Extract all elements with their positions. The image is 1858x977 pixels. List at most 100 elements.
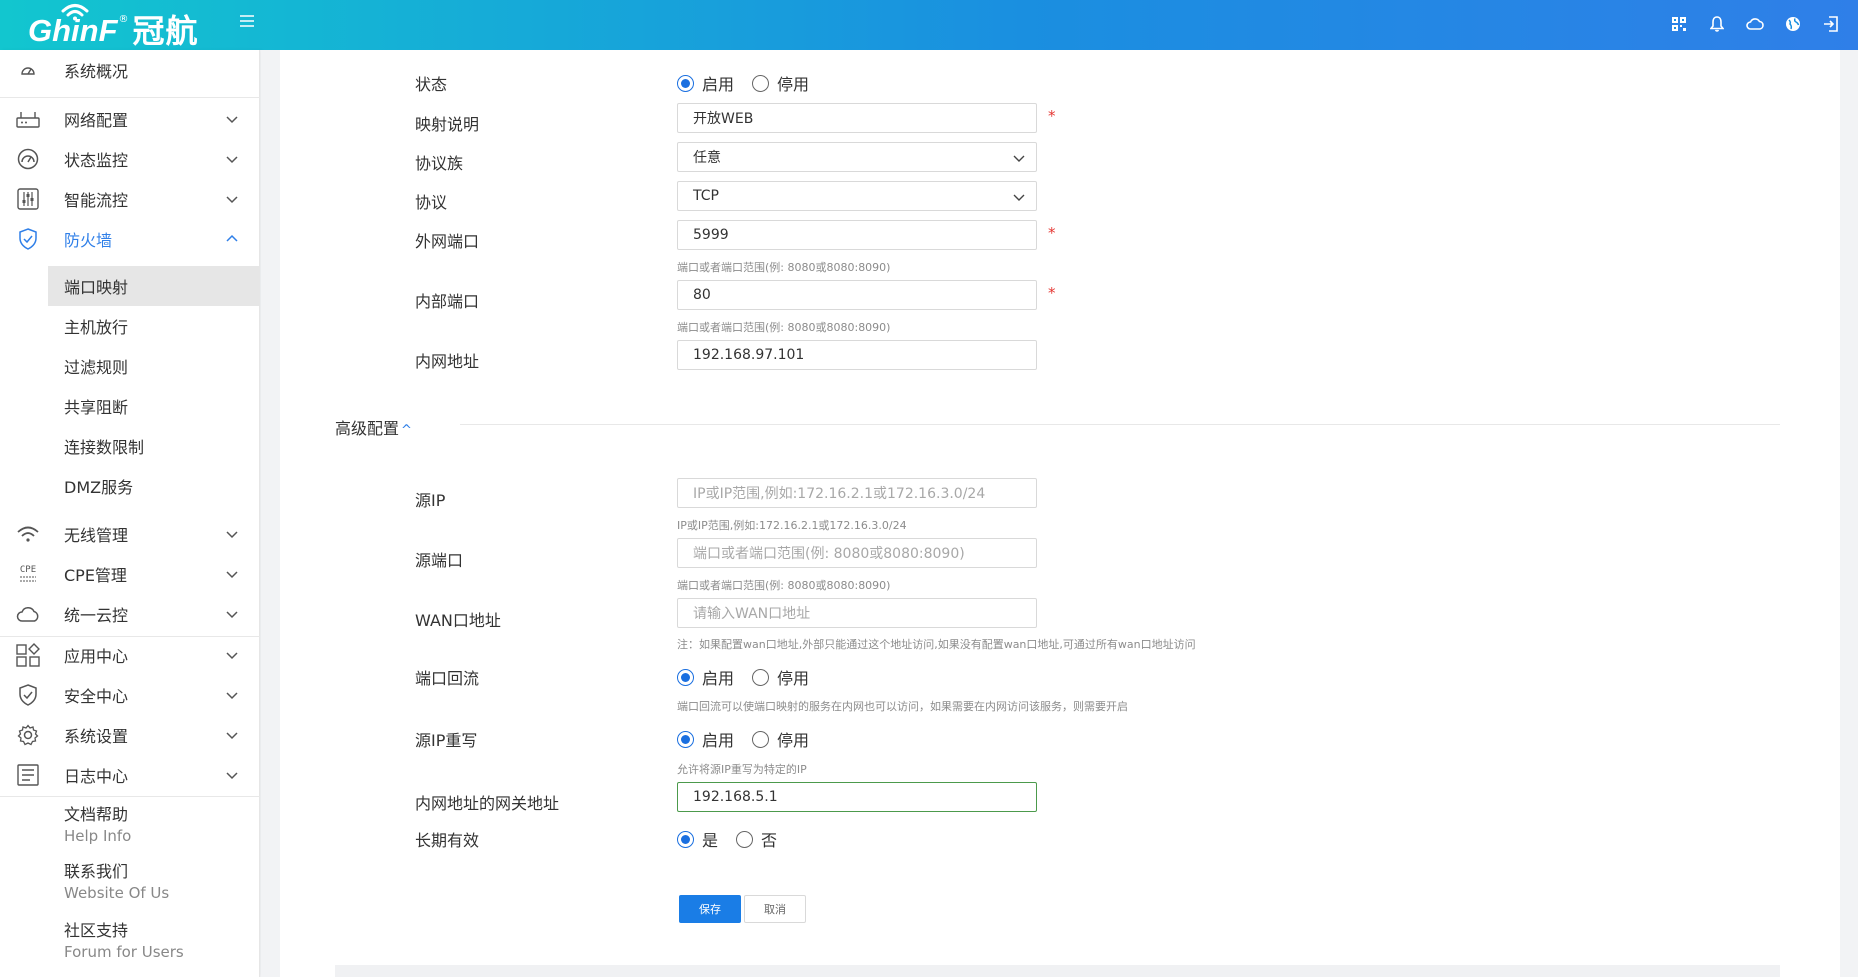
lan-port-label: 内部端口 [415,292,480,311]
loopback-hint: 端口回流可以使端口映射的服务在内网也可以访问，如果需要在内网访问该服务，则需要开… [677,700,1128,713]
sidebar-item-security[interactable]: 安全中心 [0,675,260,715]
loopback-enable-radio[interactable] [677,668,694,686]
sidebar-subitem-dmz[interactable]: DMZ服务 [48,466,260,506]
sidebar-subitem-host-allow[interactable]: 主机放行 [48,306,260,346]
router-icon [16,107,40,131]
wan-port-input[interactable]: 5999 [677,220,1037,250]
desc-input[interactable]: 开放WEB [677,103,1037,133]
loopback-disable-radio[interactable] [752,668,770,686]
sidebar-item-cloud[interactable]: 统一云控 [0,594,260,634]
gateway-input[interactable]: 192.168.5.1 [677,782,1037,812]
qrcode-icon[interactable] [1669,14,1688,33]
status-radio-group: 启用 停用 [677,71,827,95]
sidebar-item-label: 智能流控 [64,191,129,210]
src-rewrite-disable-radio[interactable] [752,730,770,748]
logo-cn-text: 冠航 [132,12,199,50]
src-port-label: 源端口 [415,551,464,570]
chevron-down-icon [1013,194,1025,201]
sidebar-item-settings[interactable]: 系统设置 [0,715,260,755]
src-ip-input[interactable]: IP或IP范围,例如:172.16.2.1或172.16.3.0/24 [677,478,1037,508]
cpe-icon-text: CPE [19,565,37,575]
sidebar-item-logs[interactable]: 日志中心 [0,755,260,795]
sidebar-item-cpe[interactable]: CPE CPE管理 [0,554,260,594]
sidebar-subitem-label: 共享阻断 [64,398,129,417]
sidebar-help-contact[interactable]: 联系我们 Website Of Us [64,862,254,912]
permanent-no-radio[interactable] [736,830,754,848]
bottom-strip [335,965,1780,977]
cloud-upload-icon[interactable] [1745,14,1764,33]
radio-label: 停用 [777,669,810,688]
shield-icon [16,227,40,251]
wan-addr-input[interactable]: 请输入WAN口地址 [677,598,1037,628]
lan-port-input[interactable]: 80 [677,280,1037,310]
sidebar-subitem-port-mapping[interactable]: 端口映射 [48,266,260,306]
chevron-down-icon [226,611,238,619]
sidebar-item-label: 统一云控 [64,606,129,625]
logo-wifi-icon [61,4,89,21]
brand-logo[interactable]: GhinF ® 冠航 [28,3,199,50]
protocol-select[interactable]: TCP [677,181,1037,211]
sidebar-subitem-conn-limit[interactable]: 连接数限制 [48,426,260,466]
chevron-down-icon [226,116,238,124]
advanced-toggle[interactable]: 高级配置 ^ [335,415,412,439]
menu-toggle-icon[interactable] [240,15,254,29]
src-rewrite-hint: 允许将源IP重写为特定的IP [677,763,807,776]
sidebar-item-label: 防火墙 [64,231,113,250]
sidebar-divider [0,97,260,98]
radio-label: 启用 [702,669,735,688]
chevron-up-icon: ^ [401,423,412,438]
permanent-yes-radio[interactable] [677,830,694,848]
sidebar-item-network[interactable]: 网络配置 [0,99,260,139]
src-port-input[interactable]: 端口或者端口范围(例: 8080或8080:8090) [677,538,1037,568]
sidebar-subitem-label: 端口映射 [64,278,129,297]
sidebar-item-label: 应用中心 [64,647,129,666]
chevron-down-icon [226,531,238,539]
permanent-label: 长期有效 [415,831,480,850]
chevron-down-icon [226,732,238,740]
status-enable-radio[interactable] [677,74,694,92]
chevron-down-icon [226,652,238,660]
src-ip-hint: IP或IP范围,例如:172.16.2.1或172.16.3.0/24 [677,519,907,532]
sidebar-help-community[interactable]: 社区支持 Forum for Users [64,921,254,971]
sidebar-item-traffic[interactable]: 智能流控 [0,179,260,219]
sidebar-help-docs[interactable]: 文档帮助 Help Info [64,805,254,855]
sidebar-item-apps[interactable]: 应用中心 [0,635,260,675]
form-panel: 状态 启用 停用 映射说明 开放WEB * 协议族 任意 协议 TCP 外网端口… [280,50,1840,977]
chevron-down-icon [1013,155,1025,162]
chevron-down-icon [226,196,238,204]
sidebar-item-label: 系统设置 [64,727,129,746]
sidebar-subitem-filter-rules[interactable]: 过滤规则 [48,346,260,386]
help-subtitle: Website Of Us [64,884,170,902]
radio-label: 是 [702,831,719,850]
radio-label: 启用 [702,75,735,94]
radio-label: 否 [761,831,778,850]
help-subtitle: Forum for Users [64,943,184,961]
gear-icon [16,723,40,747]
sidebar-item-overview[interactable]: 系统概况 [0,50,260,90]
family-select[interactable]: 任意 [677,142,1037,172]
sidebar-subitem-share-block[interactable]: 共享阻断 [48,386,260,426]
save-button[interactable]: 保存 [679,895,741,923]
cancel-button[interactable]: 取消 [744,895,806,923]
src-rewrite-enable-radio[interactable] [677,730,694,748]
bell-icon[interactable] [1707,14,1726,33]
lan-port-hint: 端口或者端口范围(例: 8080或8080:8090) [677,321,891,334]
status-disable-radio[interactable] [752,74,770,92]
globe-icon[interactable] [1783,14,1802,33]
sidebar-item-monitor[interactable]: 状态监控 [0,139,260,179]
sidebar-item-firewall[interactable]: 防火墙 [0,219,260,259]
lan-addr-input[interactable]: 192.168.97.101 [677,340,1037,370]
sidebar-item-label: 安全中心 [64,687,129,706]
family-select-value: 任意 [693,150,721,166]
logout-icon[interactable] [1821,14,1840,33]
logo-registered-mark: ® [118,13,129,25]
sidebar: 系统概况 网络配置 状态监控 智能流控 防火墙 端口映射 主机放行 过滤规则 共… [0,50,260,977]
help-title: 社区支持 [64,921,129,940]
sidebar-item-wireless[interactable]: 无线管理 [0,514,260,554]
radio-label: 停用 [777,731,810,750]
radio-label: 停用 [777,75,810,94]
main-content: 状态 启用 停用 映射说明 开放WEB * 协议族 任意 协议 TCP 外网端口… [261,50,1858,977]
chevron-down-icon [226,156,238,164]
src-rewrite-radio-group: 启用 停用 [677,727,827,751]
required-mark: * [1048,284,1056,302]
